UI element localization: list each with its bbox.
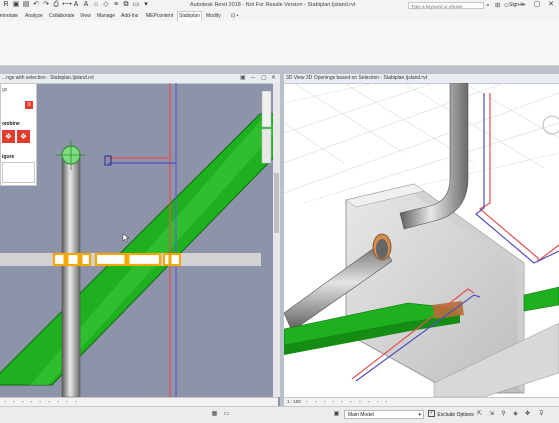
workset-value: Main Model <box>348 412 374 418</box>
split-openings-button[interactable]: ❖ <box>17 130 30 143</box>
pipe-3d-red <box>478 93 559 263</box>
undo-icon[interactable]: ↶ <box>32 1 40 9</box>
panel-title: gs <box>2 87 8 93</box>
binoculars-icon[interactable]: ⌕ <box>486 1 490 10</box>
sleeve-opening <box>162 252 182 267</box>
vertical-scrollbar <box>273 83 280 397</box>
drag-elements-icon[interactable]: ✥ <box>523 410 532 419</box>
app-menu-icon[interactable]: R <box>2 1 10 9</box>
active-workset-select[interactable]: Main Model ▾ <box>344 410 424 419</box>
editable-icon[interactable]: ▭ <box>222 410 231 419</box>
tab-analyze[interactable]: Analyze <box>24 12 44 20</box>
select-underlay-icon[interactable]: ⇲ <box>487 410 496 419</box>
3d-view-icon[interactable]: ⌂ <box>92 1 100 9</box>
view-control-icons[interactable]: ▫ ▫ ▫ ▫ ▫ ▫ ▫ ▫ ▫ ▫ <box>302 399 390 404</box>
combine-label: ombine <box>2 121 20 127</box>
view-window-3d[interactable]: 3D View 3D Openings based on Selection -… <box>284 74 559 406</box>
background-grid <box>284 83 559 204</box>
tab-view[interactable]: View <box>79 12 92 20</box>
search-input[interactable]: Type a keyword or phrase <box>408 2 484 9</box>
minimize-view-button[interactable]: ─ <box>251 74 255 83</box>
window-controls[interactable]: — ▢ ✕ <box>519 0 557 8</box>
close-view-button[interactable]: ✕ <box>271 74 276 83</box>
filter-icon[interactable]: ⊽ <box>537 410 546 419</box>
navigation-bar <box>261 90 272 128</box>
figure-label: igure <box>2 154 15 160</box>
section-icon[interactable]: ◇ <box>102 1 110 9</box>
text-icon[interactable]: A <box>82 1 90 9</box>
stabiplan-panel[interactable]: gs ≡ ombine ❖ ❖ igure <box>0 83 37 186</box>
switch-windows-icon[interactable]: ▭ <box>132 1 140 9</box>
tab-annotate[interactable]: Annotate <box>0 12 19 20</box>
pipe-end-marker <box>104 155 112 166</box>
view-title: 3D View 3D Openings based on Selection -… <box>286 75 428 81</box>
combine-openings-button[interactable]: ❖ <box>2 130 15 143</box>
3d-canvas[interactable] <box>284 83 559 397</box>
green-duct-3d-right <box>523 286 559 312</box>
tab-mepcontent[interactable]: MEPcontent <box>145 12 174 20</box>
status-bar: ▦ ▭ ▣ Main Model ▾ ✓ Exclude Options ⇱ ⇲… <box>0 406 559 423</box>
tag-icon[interactable]: A <box>72 1 80 9</box>
app-title: Autodesk Revit 2018 - Not For Resale Ver… <box>190 2 356 8</box>
worksets-icon[interactable]: ▦ <box>210 410 219 419</box>
view-control-bar[interactable]: ▫ ▫ ▫ ▫ ▫ ▫ ▫ ▫ ▫ <box>0 397 278 406</box>
open-icon[interactable]: ▣ <box>12 1 20 9</box>
exclude-options-toggle[interactable]: ✓ Exclude Options <box>428 410 474 418</box>
view-control-icons[interactable]: ▫ ▫ ▫ ▫ ▫ ▫ ▫ ▫ ▫ <box>0 399 79 404</box>
plan-canvas[interactable] <box>0 83 280 397</box>
ribbon-tabs: Annotate Analyze Collaborate View Manage… <box>0 11 559 22</box>
measure-icon[interactable]: ⟷ <box>62 1 72 9</box>
tab-overflow[interactable]: ⊡ • <box>230 12 239 20</box>
view-icon: ▣ <box>240 75 246 81</box>
print-icon[interactable]: ⎙ <box>52 1 60 9</box>
sleeve-opening <box>52 252 92 267</box>
mouse-cursor <box>122 233 130 243</box>
gray-pipe-vertical <box>61 156 81 397</box>
tab-modify[interactable]: Modify <box>205 12 222 20</box>
maximize-view-button[interactable]: ▢ <box>261 74 267 83</box>
view-scale[interactable]: 1 : 100 <box>284 399 301 404</box>
chevron-down-icon: ▾ <box>418 412 421 418</box>
thin-lines-icon[interactable]: ≡ <box>112 1 120 9</box>
subscription-icon[interactable]: ⊞ <box>495 1 500 10</box>
figure-field[interactable] <box>2 162 35 183</box>
select-links-icon[interactable]: ⇱ <box>475 410 484 419</box>
viewcube-icon <box>542 115 559 135</box>
panel-menu-button[interactable]: ≡ <box>25 101 33 109</box>
tab-add-ins[interactable]: Add-Ins <box>120 12 139 20</box>
qat-dropdown-icon[interactable]: ▾ <box>142 1 150 9</box>
select-by-face-icon[interactable]: ◈ <box>511 410 520 419</box>
select-pinned-icon[interactable]: ⚲ <box>499 410 508 419</box>
redo-icon[interactable]: ↷ <box>42 1 50 9</box>
tab-manage[interactable]: Manage <box>96 12 116 20</box>
exclude-options-checkbox[interactable]: ✓ <box>428 410 435 417</box>
view-window-plan[interactable]: ...ngs with selection - Stabiplan.Ijslan… <box>0 74 280 406</box>
ribbon-panel <box>0 21 559 66</box>
view-title: ...ngs with selection - Stabiplan.Ijslan… <box>2 75 94 81</box>
tab-collaborate[interactable]: Collaborate <box>48 12 76 20</box>
close-hidden-icon[interactable]: ⧉ <box>122 1 130 9</box>
exclude-options-label: Exclude Options <box>437 411 474 418</box>
view-control-bar[interactable]: 1 : 100 ▫ ▫ ▫ ▫ ▫ ▫ ▫ ▫ ▫ ▫ <box>284 397 559 406</box>
design-options-icon[interactable]: ▣ <box>332 410 341 419</box>
save-icon[interactable]: ▤ <box>22 1 30 9</box>
